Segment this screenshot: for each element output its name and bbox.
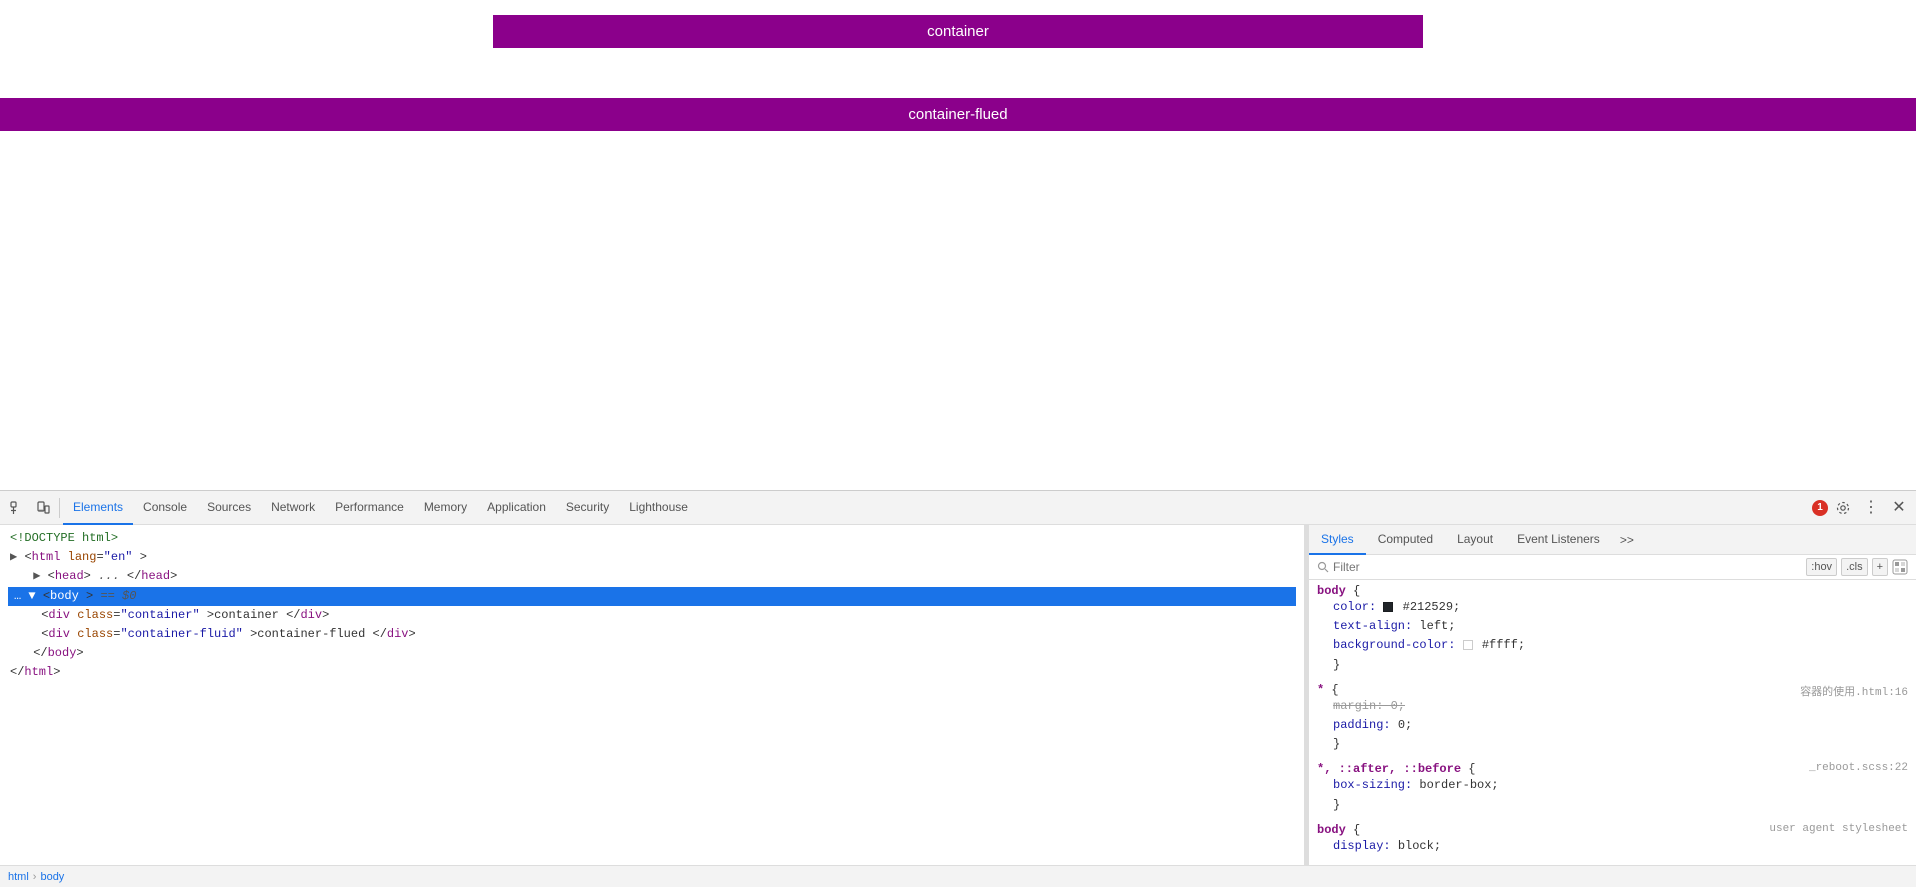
styles-panel: Styles Computed Layout Event Listeners >… [1309,525,1916,865]
css-rule-body-1: body { color: #212529; text-align: left; [1317,584,1908,675]
devtools-close-button[interactable]: ✕ [1886,495,1912,521]
breadcrumb-html[interactable]: html [8,871,29,883]
container-wrapper: container [493,15,1423,48]
tab-more-arrow[interactable]: >> [1612,533,1642,547]
tab-lighthouse[interactable]: Lighthouse [619,491,698,525]
dom-line-body-close: </body> [8,644,1296,663]
breadcrumb-bar: html › body [0,865,1916,887]
filter-icon [1317,561,1329,573]
container-label: container [927,23,989,40]
tab-elements[interactable]: Elements [63,491,133,525]
styles-content[interactable]: body { color: #212529; text-align: left; [1309,580,1916,865]
toggle-dark-icon[interactable] [1892,559,1908,575]
tab-computed[interactable]: Computed [1366,525,1445,555]
dom-line-html-close: </html> [8,663,1296,682]
tab-application[interactable]: Application [477,491,556,525]
device-toolbar-button[interactable] [30,495,56,521]
tab-performance[interactable]: Performance [325,491,414,525]
tab-sources[interactable]: Sources [197,491,261,525]
hov-filter-button[interactable]: :hov [1806,558,1837,576]
tab-security[interactable]: Security [556,491,619,525]
dom-line-container-fluid: <div class="container-fluid" >container-… [8,625,1296,644]
error-badge: 1 [1812,500,1828,516]
tab-styles[interactable]: Styles [1309,525,1366,555]
css-rule-star-after-before: *, ::after, ::before { _reboot.scss:22 b… [1317,762,1908,814]
tab-event-listeners[interactable]: Event Listeners [1505,525,1612,555]
color-swatch-212529 [1383,602,1393,612]
add-style-button[interactable]: + [1872,558,1888,576]
breadcrumb-body[interactable]: body [40,871,64,883]
dom-line-doctype: <!DOCTYPE html> [8,529,1296,548]
webpage-preview: container container-flued [0,0,1916,490]
dom-line-body[interactable]: … ▼ <body > == $0 [8,587,1296,606]
dom-line-head: ▶ <head> ... </head> [8,567,1296,586]
css-rule-body-ua: body { user agent stylesheet display: bl… [1317,823,1908,856]
tab-memory[interactable]: Memory [414,491,477,525]
dom-line-html: ▶ <html lang="en" > [8,548,1296,567]
devtools-toolbar: Elements Console Sources Network Perform… [0,491,1916,525]
html-expand-arrow[interactable]: ▶ [10,550,17,564]
tab-layout[interactable]: Layout [1445,525,1505,555]
container-fluid-element: container-flued [0,98,1916,131]
container-fluid-label: container-flued [908,106,1007,123]
container-element: container [493,15,1423,48]
devtools-right-controls: 1 ⋮ ✕ [1812,495,1912,521]
dom-line-container: <div class="container" >container </div> [8,606,1296,625]
devtools-more-button[interactable]: ⋮ [1858,495,1884,521]
styles-filter-input[interactable] [1333,560,1802,574]
tab-network[interactable]: Network [261,491,325,525]
styles-tab-bar: Styles Computed Layout Event Listeners >… [1309,525,1916,555]
devtools-settings-button[interactable] [1830,495,1856,521]
breadcrumb-separator: › [33,871,37,883]
head-expand-arrow[interactable]: ▶ [33,569,40,583]
devtools-panel: Elements Console Sources Network Perform… [0,490,1916,887]
css-rule-star: * { 容器的使用.html:16 margin: 0; padding: 0;… [1317,683,1908,755]
color-swatch-fff [1463,640,1473,650]
toolbar-separator [59,498,60,518]
styles-filter-bar: :hov .cls + [1309,555,1916,580]
cls-filter-button[interactable]: .cls [1841,558,1868,576]
tab-console[interactable]: Console [133,491,197,525]
devtools-main-content: <!DOCTYPE html> ▶ <html lang="en" > ▶ <h… [0,525,1916,865]
inspect-element-button[interactable] [4,495,30,521]
dom-panel[interactable]: <!DOCTYPE html> ▶ <html lang="en" > ▶ <h… [0,525,1305,865]
